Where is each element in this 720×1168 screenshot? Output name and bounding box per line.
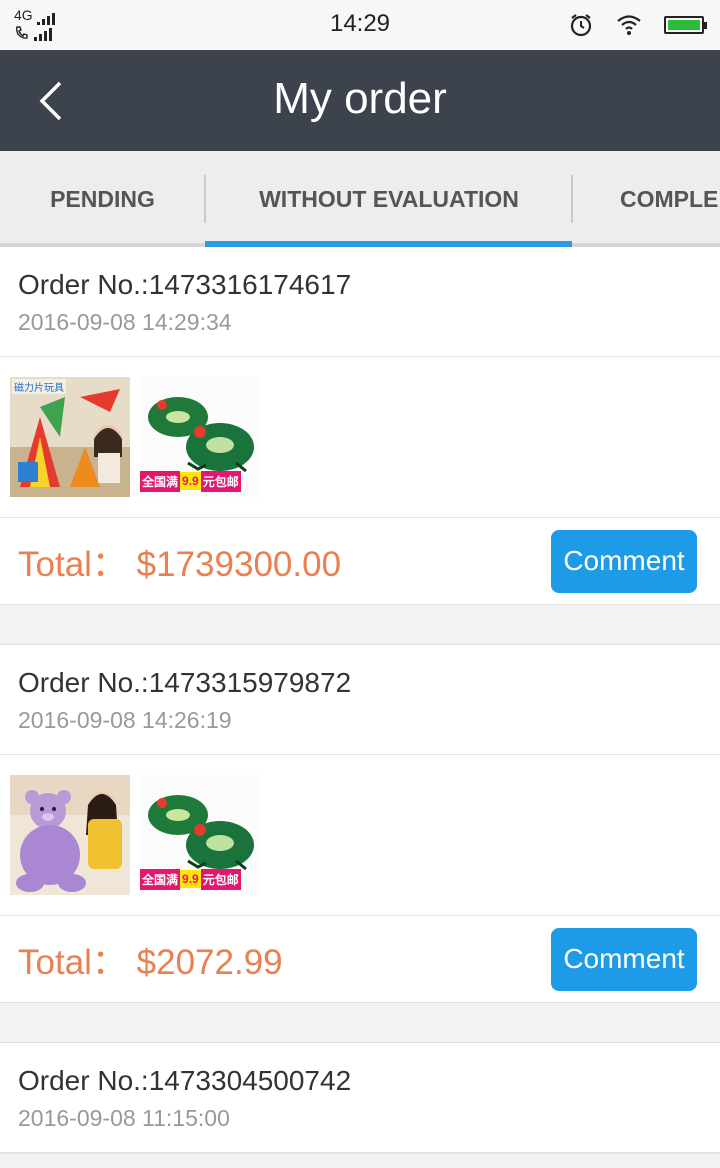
active-tab-indicator — [205, 241, 572, 247]
promo-banner: 全国满 9.9 元包邮 — [140, 868, 260, 890]
promo-text-a: 全国满 — [140, 868, 181, 890]
promo-text-b: 9.9 — [180, 870, 201, 888]
order-card[interactable]: Order No.:1473316174617 2016-09-08 14:29… — [0, 247, 720, 605]
promo-text-a: 全国满 — [140, 470, 181, 492]
promo-text-c: 元包邮 — [200, 868, 241, 890]
product-list: 全国满 9.9 元包邮 — [0, 755, 720, 916]
comment-button[interactable]: Comment — [551, 529, 697, 593]
status-bar: 4G 14:29 — [0, 0, 720, 50]
alarm-icon — [570, 14, 592, 37]
order-number: Order No.:1473316174617 — [18, 269, 352, 300]
tab-completed[interactable]: COMPLE — [573, 151, 720, 243]
battery-icon — [664, 16, 707, 34]
promo-banner: 全国满 9.9 元包邮 — [140, 470, 260, 492]
order-card[interactable]: Order No.:1473304500742 2016-09-08 11:15… — [0, 1043, 720, 1154]
tab-without-evaluation[interactable]: WITHOUT EVALUATION — [206, 151, 572, 243]
promo-text-c: 元包邮 — [200, 470, 241, 492]
frog-toy-thumbnail[interactable]: 全国满 9.9 元包邮 — [140, 377, 260, 497]
order-date: 2016-09-08 14:29:34 — [18, 309, 232, 335]
order-number: Order No.:1473304500742 — [18, 1065, 352, 1096]
order-date: 2016-09-08 14:26:19 — [18, 707, 232, 733]
product-list: 磁力片玩具 全国满 9.9 元包邮 — [0, 357, 720, 518]
page-title: My order — [273, 74, 447, 123]
order-separator — [0, 1003, 720, 1043]
purple-bear-thumbnail[interactable] — [10, 775, 130, 895]
order-date: 2016-09-08 11:15:00 — [18, 1105, 230, 1131]
promo-text-b: 9.9 — [180, 472, 201, 490]
toy-header: 磁力片玩具 — [12, 379, 66, 394]
comment-button[interactable]: Comment — [551, 927, 697, 991]
tab-bar: PENDING WITHOUT EVALUATION COMPLE — [0, 151, 720, 247]
wifi-icon — [617, 15, 641, 35]
order-total: Total： $2072.99 — [18, 942, 283, 982]
navbar: My order — [0, 50, 720, 151]
frog-toy-thumbnail[interactable]: 全国满 9.9 元包邮 — [140, 775, 260, 895]
order-total: Total： $1739300.00 — [18, 544, 342, 584]
order-separator — [0, 605, 720, 645]
tab-pending[interactable]: PENDING — [0, 151, 205, 243]
order-number: Order No.:1473315979872 — [18, 667, 352, 698]
magnetic-toy-thumbnail[interactable]: 磁力片玩具 — [10, 377, 130, 497]
order-card[interactable]: Order No.:1473315979872 2016-09-08 14:26… — [0, 645, 720, 1003]
